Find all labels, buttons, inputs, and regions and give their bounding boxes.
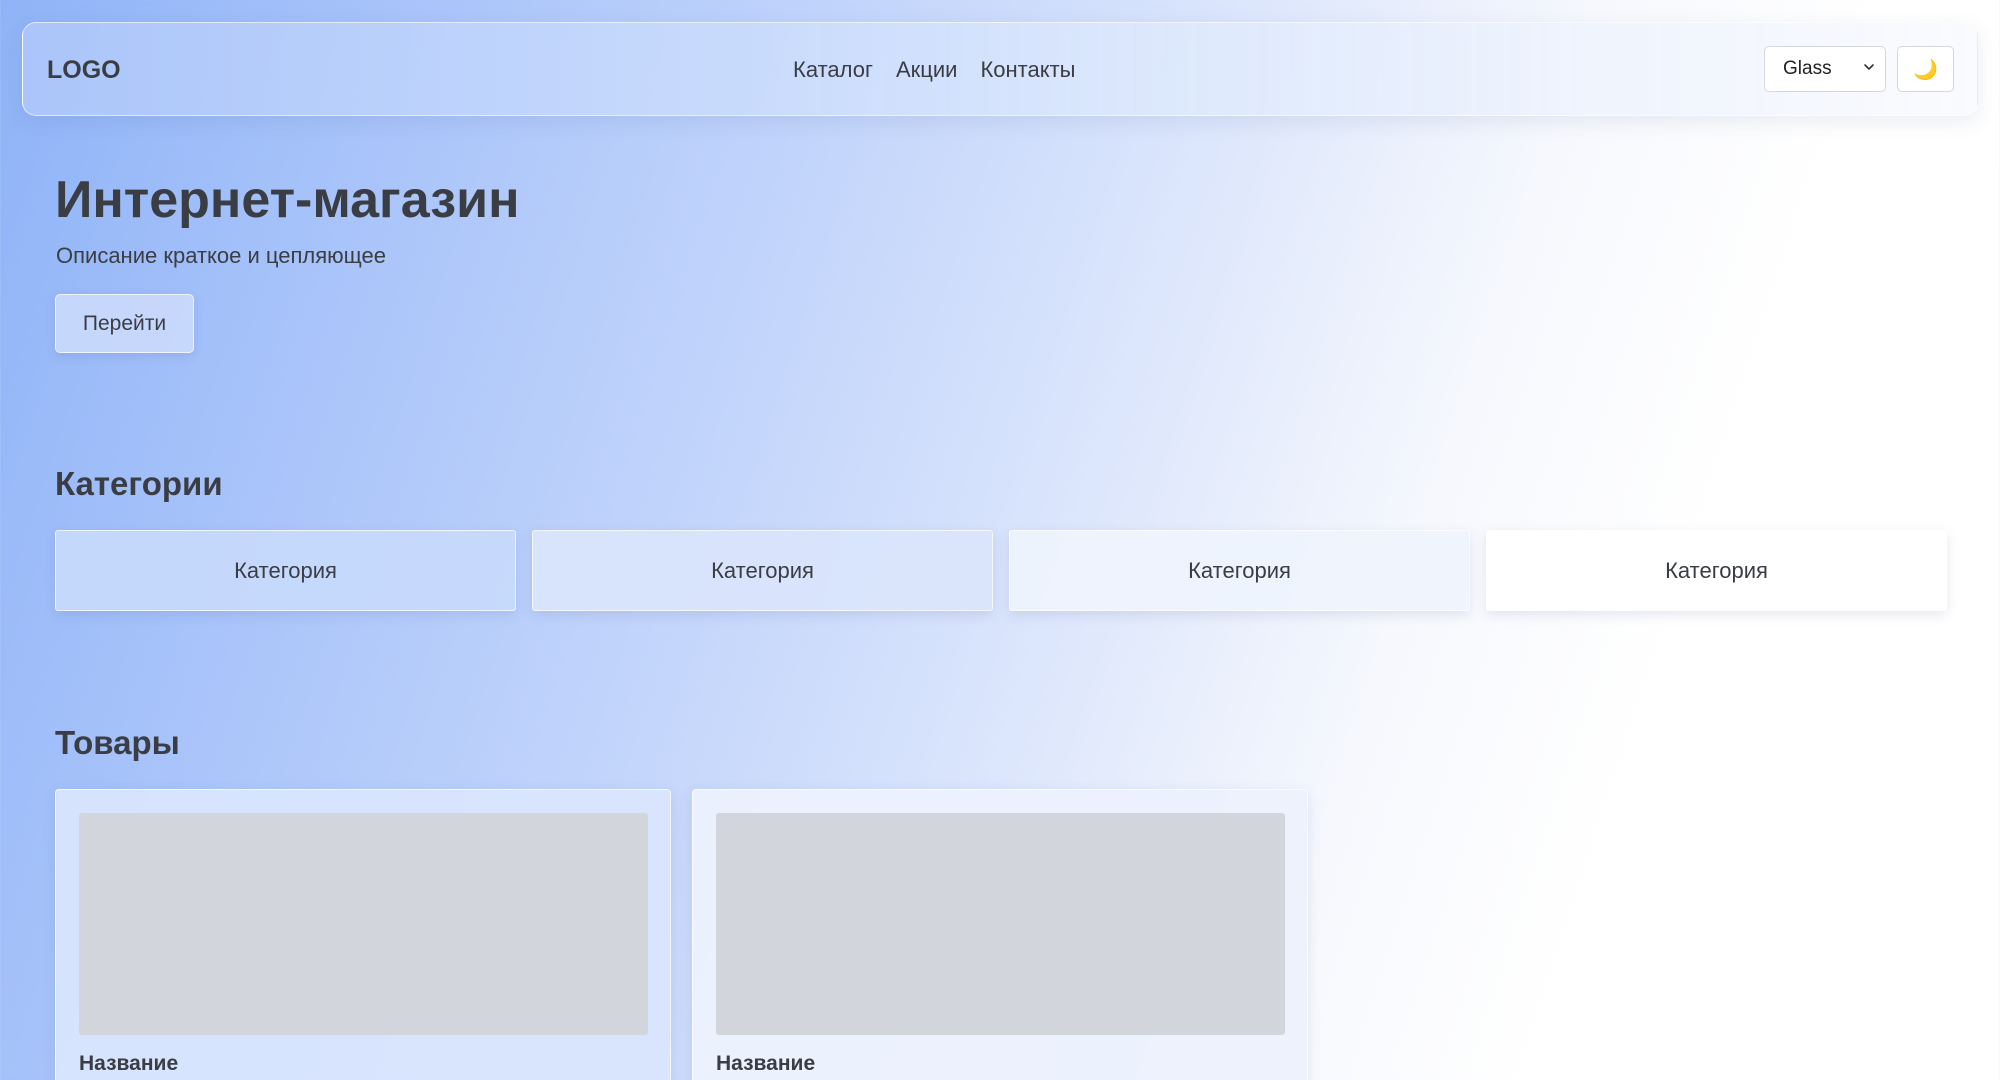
hero-cta-button[interactable]: Перейти [55,294,194,353]
product-card[interactable]: Название [55,789,671,1080]
main-nav: Каталог Акции Контакты [793,23,1076,117]
products-title: Товары [55,724,180,761]
chevron-down-icon [1864,64,1874,70]
category-card[interactable]: Категория [55,530,516,611]
theme-select[interactable]: Glass [1764,46,1886,92]
product-name: Название [79,1052,179,1075]
nav-link-catalog[interactable]: Каталог [793,57,873,83]
product-name: Название [716,1052,816,1075]
products-list: Название Название [55,789,1308,1080]
category-card[interactable]: Категория [1486,530,1947,611]
categories-list: Категория Категория Категория Категория [55,530,1947,611]
product-card[interactable]: Название [692,789,1308,1080]
theme-select-value: Glass [1783,58,1832,79]
category-card[interactable]: Категория [1009,530,1470,611]
moon-icon: 🌙 [1913,58,1938,81]
hero-title: Интернет-магазин [55,171,520,229]
hero-subtitle: Описание краткое и цепляющее [56,243,386,268]
dark-mode-toggle-button[interactable]: 🌙 [1897,46,1954,92]
product-image-placeholder [79,813,648,1035]
product-image-placeholder [716,813,1285,1035]
categories-title: Категории [55,465,223,502]
category-card[interactable]: Категория [532,530,993,611]
nav-link-promotions[interactable]: Акции [896,57,957,83]
site-header: LOGO Каталог Акции Контакты Glass 🌙 [22,22,1978,116]
nav-link-contacts[interactable]: Контакты [980,57,1075,83]
logo[interactable]: LOGO [47,23,121,117]
